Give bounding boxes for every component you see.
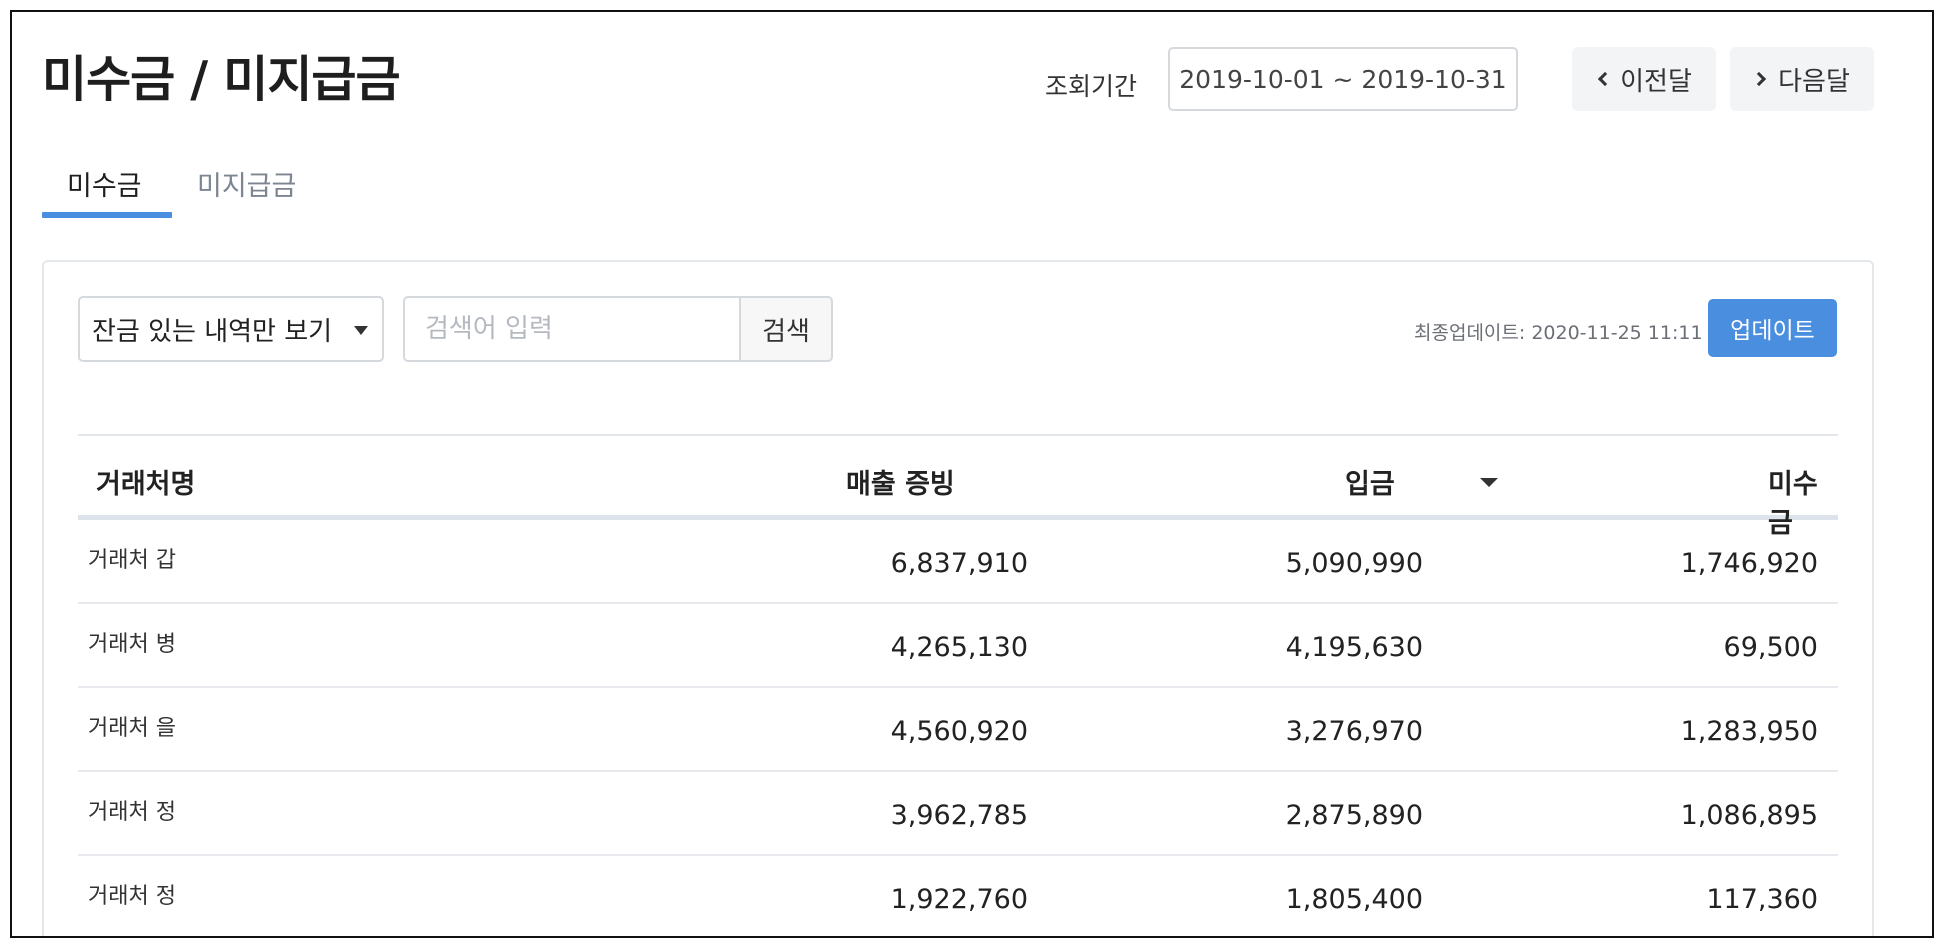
column-header-paid[interactable]: 입금 (1345, 462, 1395, 501)
prev-month-label: 이전달 (1620, 66, 1692, 97)
table-header: 거래처명 매출 증빙 입금 미수금 (78, 434, 1838, 539)
tab-receivables[interactable]: 미수금 (67, 164, 142, 203)
table-row[interactable]: 거래처 병 4,265,130 4,195,630 69,500 (78, 604, 1838, 688)
cell-sales: 1,922,760 (890, 884, 1028, 915)
table-row[interactable]: 거래처 을 4,560,920 3,276,970 1,283,950 (78, 688, 1838, 772)
sort-desc-icon[interactable] (1480, 478, 1498, 487)
cell-paid: 1,805,400 (1285, 884, 1423, 915)
period-label: 조회기간 (1045, 72, 1138, 101)
caret-down-icon (354, 326, 368, 335)
cell-unpaid: 1,086,895 (1680, 800, 1818, 831)
next-month-label: 다음달 (1778, 66, 1850, 97)
cell-sales: 4,560,920 (890, 716, 1028, 747)
cell-sales: 4,265,130 (890, 632, 1028, 663)
table-row[interactable]: 거래처 정 1,922,760 1,805,400 117,360 (78, 856, 1838, 936)
cell-unpaid: 69,500 (1723, 632, 1818, 663)
date-range-picker[interactable]: 2019-10-01 ~ 2019-10-31 (1168, 47, 1518, 111)
cell-client: 거래처 정 (88, 800, 176, 825)
cell-paid: 4,195,630 (1285, 632, 1423, 663)
chevron-left-icon (1598, 71, 1613, 87)
active-tab-indicator (42, 212, 172, 218)
balance-filter-select[interactable]: 잔금 있는 내역만 보기 (78, 296, 384, 362)
page-title: 미수금 / 미지급금 (42, 51, 401, 108)
tab-payables[interactable]: 미지급금 (197, 164, 296, 203)
column-header-sales[interactable]: 매출 증빙 (846, 462, 955, 501)
cell-client: 거래처 갑 (88, 548, 176, 573)
search-button-label: 검색 (762, 316, 810, 347)
cell-unpaid: 1,746,920 (1680, 548, 1818, 579)
column-header-client[interactable]: 거래처명 (96, 462, 195, 501)
filter-selected-label: 잔금 있는 내역만 보기 (92, 316, 333, 347)
search-input[interactable] (403, 296, 739, 362)
cell-sales: 3,962,785 (890, 800, 1028, 831)
cell-client: 거래처 정 (88, 884, 176, 909)
update-button[interactable]: 업데이트 (1708, 299, 1837, 357)
cell-unpaid: 1,283,950 (1680, 716, 1818, 747)
table-row[interactable]: 거래처 정 3,962,785 2,875,890 1,086,895 (78, 772, 1838, 856)
date-range-value: 2019-10-01 ~ 2019-10-31 (1179, 64, 1507, 94)
last-update-text: 최종업데이트: 2020-11-25 11:11 (1414, 322, 1703, 344)
update-button-label: 업데이트 (1730, 318, 1815, 344)
search-button[interactable]: 검색 (739, 296, 833, 362)
app-frame: 미수금 / 미지급금 조회기간 2019-10-01 ~ 2019-10-31 … (10, 10, 1934, 938)
content-card: 잔금 있는 내역만 보기 검색 최종업데이트: 2020-11-25 11:11… (42, 260, 1874, 936)
cell-unpaid: 117,360 (1706, 884, 1818, 915)
cell-client: 거래처 병 (88, 632, 176, 657)
next-month-button[interactable]: 다음달 (1730, 47, 1874, 111)
table-row[interactable]: 거래처 갑 6,837,910 5,090,990 1,746,920 (78, 520, 1838, 604)
chevron-right-icon (1752, 71, 1767, 87)
receivables-table: 거래처명 매출 증빙 입금 미수금 거래처 갑 6,837,910 5,090,… (78, 434, 1838, 936)
cell-sales: 6,837,910 (890, 548, 1028, 579)
prev-month-button[interactable]: 이전달 (1572, 47, 1716, 111)
cell-client: 거래처 을 (88, 716, 176, 741)
cell-paid: 2,875,890 (1285, 800, 1423, 831)
cell-paid: 5,090,990 (1285, 548, 1423, 579)
cell-paid: 3,276,970 (1285, 716, 1423, 747)
